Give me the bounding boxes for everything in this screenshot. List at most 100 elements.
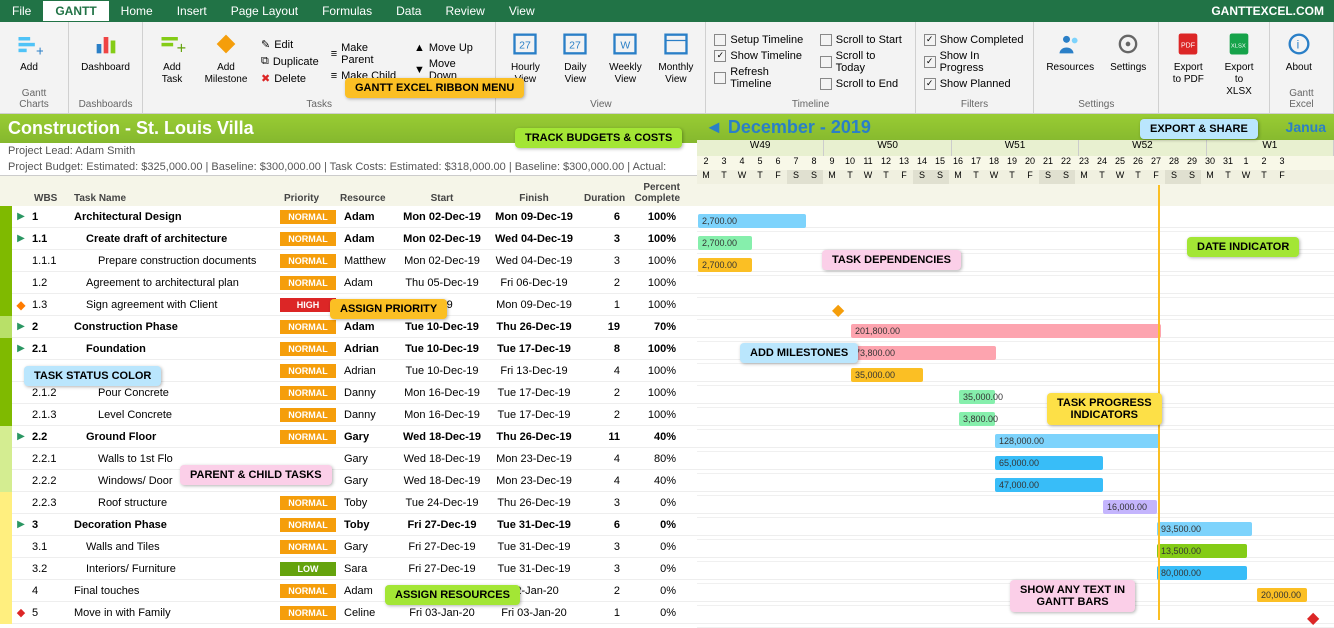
resource-cell[interactable]: Gary — [336, 453, 396, 465]
resource-cell[interactable]: Adam — [336, 277, 396, 289]
priority-badge[interactable]: NORMAL — [280, 496, 336, 510]
finish-date[interactable]: Wed 04-Dec-19 — [488, 255, 580, 267]
col-pct[interactable]: Percent Complete — [628, 182, 684, 204]
finish-date[interactable]: Mon 09-Dec-19 — [488, 299, 580, 311]
resource-cell[interactable]: Danny — [336, 387, 396, 399]
make-parent-button[interactable]: ≡Make Parent — [327, 41, 406, 67]
priority-badge[interactable]: HIGH — [280, 298, 336, 312]
resource-cell[interactable]: Toby — [336, 497, 396, 509]
about-button[interactable]: iAbout — [1276, 24, 1322, 88]
milestone-marker[interactable]: ◆ — [832, 300, 844, 320]
resource-cell[interactable]: Matthew — [336, 255, 396, 267]
task-name[interactable]: Interiors/ Furniture — [70, 563, 280, 575]
finish-date[interactable]: Mon 23-Dec-19 — [488, 475, 580, 487]
scroll-end-check[interactable]: Scroll to End — [818, 77, 909, 91]
weekly-view-button[interactable]: WWeekly View — [602, 24, 648, 99]
resource-cell[interactable]: Gary — [336, 541, 396, 553]
task-name[interactable]: Walls to 1st Flo — [70, 453, 280, 465]
start-date[interactable]: Tue 24-Dec-19 — [396, 497, 488, 509]
finish-date[interactable]: Tue 17-Dec-19 — [488, 343, 580, 355]
add-chart-button[interactable]: + Add — [6, 24, 52, 88]
task-name[interactable]: Prepare construction documents — [70, 255, 280, 267]
task-name[interactable]: Ground Floor — [70, 431, 280, 443]
expand-toggle[interactable]: ◆ — [12, 606, 30, 619]
finish-date[interactable]: Fri 03-Jan-20 — [488, 607, 580, 619]
menu-gantt[interactable]: GANTT — [43, 1, 108, 21]
scroll-today-check[interactable]: Scroll to Today — [818, 49, 909, 75]
task-name[interactable]: Architectural Design — [70, 211, 280, 223]
gantt-bar[interactable]: 20,000.00 — [1257, 588, 1307, 602]
resource-cell[interactable]: Adam — [336, 211, 396, 223]
start-date[interactable]: Tue 10-Dec-19 — [396, 343, 488, 355]
show-completed-check[interactable]: ✓Show Completed — [922, 33, 1028, 47]
start-date[interactable]: Mon 16-Dec-19 — [396, 387, 488, 399]
task-name[interactable]: Pour Concrete — [70, 387, 280, 399]
task-name[interactable]: Decoration Phase — [70, 519, 280, 531]
finish-date[interactable]: Tue 17-Dec-19 — [488, 387, 580, 399]
expand-toggle[interactable]: ◆ — [12, 298, 30, 312]
refresh-timeline-check[interactable]: Refresh Timeline — [712, 65, 813, 91]
start-date[interactable]: Mon 02-Dec-19 — [396, 233, 488, 245]
priority-badge[interactable]: NORMAL — [280, 364, 336, 378]
gantt-bar[interactable]: 47,000.00 — [995, 478, 1103, 492]
gantt-bar[interactable]: 201,800.00 — [851, 324, 1161, 338]
gantt-bar[interactable]: 2,700.00 — [698, 236, 752, 250]
finish-date[interactable]: Fri 06-Dec-19 — [488, 277, 580, 289]
resource-cell[interactable]: Gary — [336, 475, 396, 487]
task-name[interactable]: Final touches — [70, 585, 280, 597]
delete-button[interactable]: ✖Delete — [257, 71, 323, 86]
col-duration[interactable]: Duration — [580, 193, 628, 204]
menu-file[interactable]: File — [0, 1, 43, 21]
finish-date[interactable]: Fri 13-Dec-19 — [488, 365, 580, 377]
task-name[interactable]: Move in with Family — [70, 607, 280, 619]
resource-cell[interactable]: Sara — [336, 563, 396, 575]
finish-date[interactable]: Thu 26-Dec-19 — [488, 497, 580, 509]
show-planned-check[interactable]: ✓Show Planned — [922, 77, 1028, 91]
milestone-marker[interactable]: ◆ — [1307, 608, 1319, 628]
gantt-bar[interactable]: 2,700.00 — [698, 258, 752, 272]
monthly-view-button[interactable]: Monthly View — [652, 24, 699, 99]
priority-badge[interactable]: NORMAL — [280, 254, 336, 268]
priority-badge[interactable]: NORMAL — [280, 584, 336, 598]
priority-badge[interactable]: NORMAL — [280, 320, 336, 334]
resource-cell[interactable]: Adam — [336, 321, 396, 333]
resource-cell[interactable]: Toby — [336, 519, 396, 531]
expand-toggle[interactable]: ▶ — [12, 431, 30, 442]
gantt-bar[interactable]: 128,000.00 — [995, 434, 1160, 448]
priority-badge[interactable]: NORMAL — [280, 232, 336, 246]
task-name[interactable]: Level Concrete — [70, 409, 280, 421]
add-task-button[interactable]: + Add Task — [149, 24, 195, 99]
expand-toggle[interactable]: ▶ — [12, 233, 30, 244]
task-name[interactable]: Walls and Tiles — [70, 541, 280, 553]
priority-badge[interactable]: NORMAL — [280, 386, 336, 400]
edit-button[interactable]: ✎Edit — [257, 37, 323, 52]
start-date[interactable]: Tue 10-Dec-19 — [396, 321, 488, 333]
month-label[interactable]: ◄ December - 2019 — [697, 114, 879, 141]
menu-page-layout[interactable]: Page Layout — [219, 1, 310, 21]
menu-view[interactable]: View — [497, 1, 547, 21]
priority-badge[interactable]: NORMAL — [280, 430, 336, 444]
menu-review[interactable]: Review — [433, 1, 496, 21]
col-taskname[interactable]: Task Name — [70, 193, 280, 204]
gantt-bar[interactable]: 13,500.00 — [1157, 544, 1247, 558]
resource-cell[interactable]: Celine — [336, 607, 396, 619]
resource-cell[interactable]: Adrian — [336, 343, 396, 355]
finish-date[interactable]: Tue 17-Dec-19 — [488, 409, 580, 421]
priority-badge[interactable]: NORMAL — [280, 518, 336, 532]
gantt-bar[interactable]: 73,800.00 — [851, 346, 996, 360]
start-date[interactable]: Mon 16-Dec-19 — [396, 409, 488, 421]
col-wbs[interactable]: WBS — [30, 193, 70, 204]
menu-formulas[interactable]: Formulas — [310, 1, 384, 21]
finish-date[interactable]: Thu 26-Dec-19 — [488, 321, 580, 333]
task-name[interactable]: Foundation — [70, 343, 280, 355]
gantt-bar[interactable]: 80,000.00 — [1157, 566, 1247, 580]
finish-date[interactable]: Tue 31-Dec-19 — [488, 541, 580, 553]
menu-data[interactable]: Data — [384, 1, 433, 21]
gantt-bar[interactable]: 16,000.00 — [1103, 500, 1157, 514]
resource-cell[interactable]: Gary — [336, 431, 396, 443]
add-milestone-button[interactable]: Add Milestone — [199, 24, 253, 99]
expand-toggle[interactable]: ▶ — [12, 519, 30, 530]
start-date[interactable]: Wed 18-Dec-19 — [396, 453, 488, 465]
task-name[interactable]: Construction Phase — [70, 321, 280, 333]
resource-cell[interactable]: Adam — [336, 233, 396, 245]
